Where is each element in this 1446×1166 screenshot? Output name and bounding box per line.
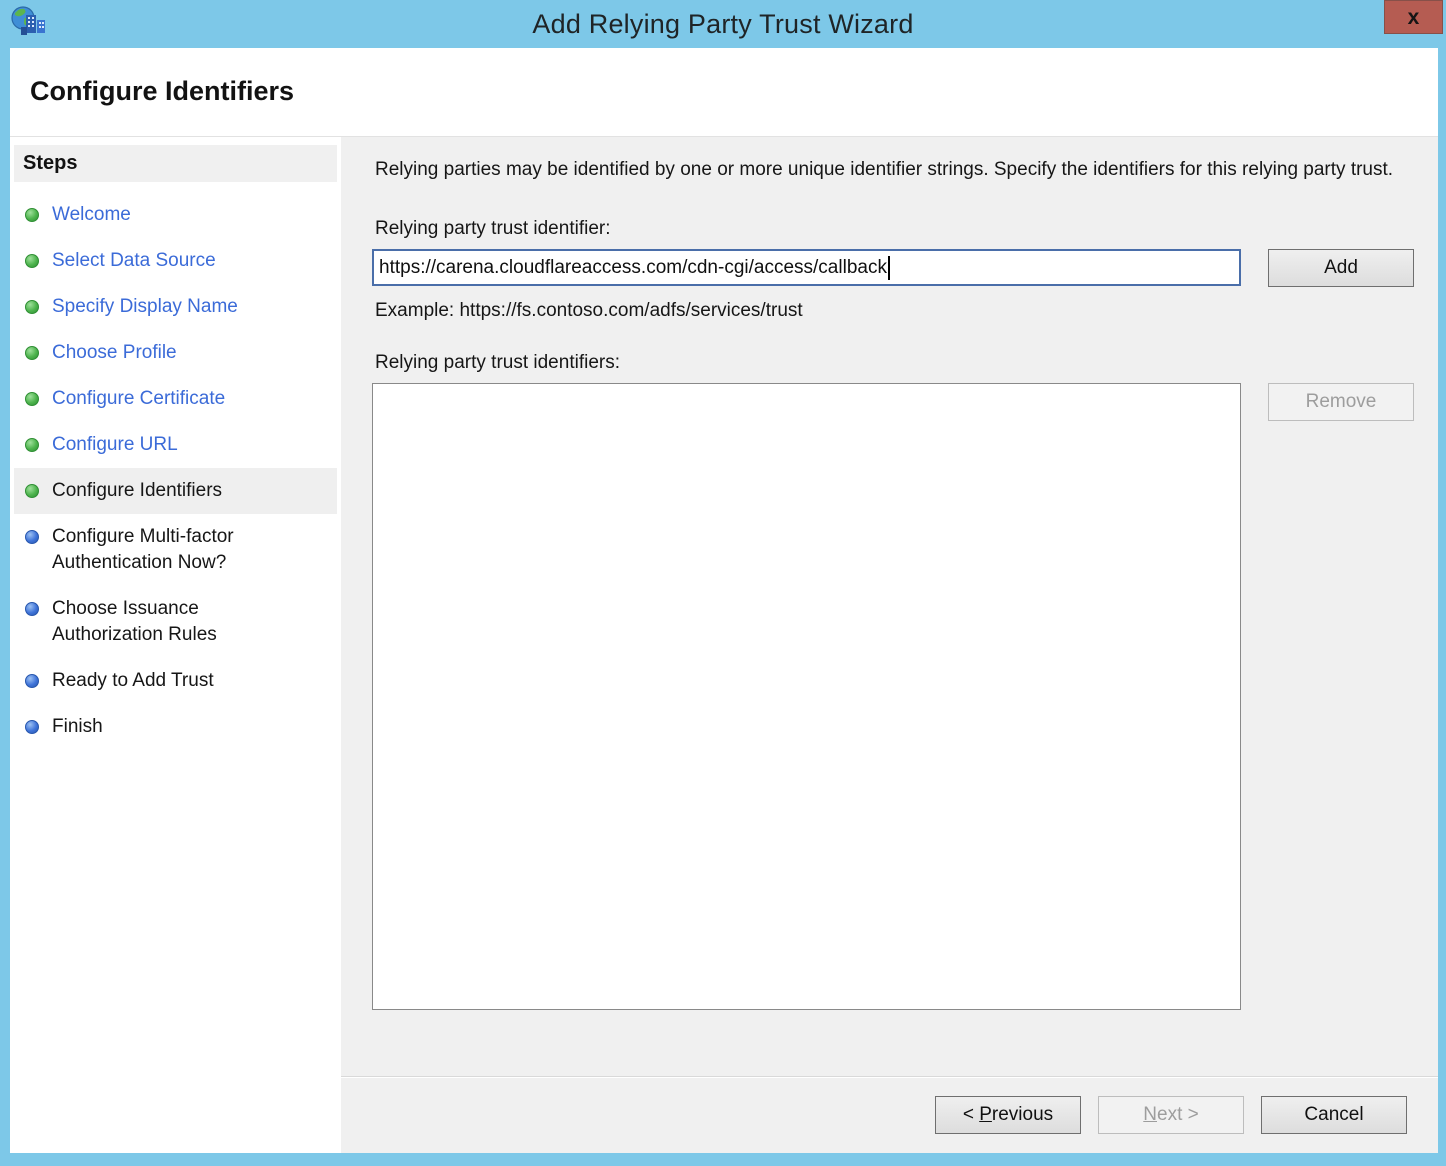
remove-button[interactable]: Remove — [1268, 383, 1414, 421]
steps-heading: Steps — [14, 145, 337, 182]
step-configure-identifiers[interactable]: Configure Identifiers — [14, 468, 337, 514]
window-title: Add Relying Party Trust Wizard — [0, 9, 1446, 40]
step-pending-icon — [25, 674, 39, 688]
step-pending-icon — [25, 720, 39, 734]
add-button-label: Add — [1324, 257, 1358, 278]
step-done-icon — [25, 484, 39, 498]
step-choose-issuance-rules[interactable]: Choose Issuance Authorization Rules — [14, 586, 337, 658]
step-ready-to-add-trust[interactable]: Ready to Add Trust — [14, 658, 337, 704]
page-description: Relying parties may be identified by one… — [375, 156, 1400, 183]
remove-button-label: Remove — [1306, 391, 1377, 412]
cancel-button[interactable]: Cancel — [1261, 1096, 1407, 1134]
main-content: Relying parties may be identified by one… — [341, 137, 1438, 1076]
previous-button[interactable]: < Previous — [935, 1096, 1081, 1134]
step-done-icon — [25, 346, 39, 360]
step-pending-icon — [25, 602, 39, 616]
wizard-window: Add Relying Party Trust Wizard x Configu… — [0, 0, 1446, 1166]
step-configure-url[interactable]: Configure URL — [14, 422, 337, 468]
wizard-footer: < Previous Next > Cancel — [341, 1076, 1438, 1153]
title-bar: Add Relying Party Trust Wizard x — [0, 0, 1446, 48]
close-icon: x — [1408, 7, 1420, 28]
step-select-data-source[interactable]: Select Data Source — [14, 238, 337, 284]
text-caret — [888, 256, 890, 280]
step-configure-multifactor[interactable]: Configure Multi-factor Authentication No… — [14, 514, 337, 586]
step-done-icon — [25, 438, 39, 452]
relying-party-identifier-input[interactable]: https://carena.cloudflareaccess.com/cdn-… — [372, 249, 1241, 286]
next-button[interactable]: Next > — [1098, 1096, 1244, 1134]
relying-party-identifiers-listbox[interactable] — [372, 383, 1241, 1010]
step-done-icon — [25, 208, 39, 222]
identifier-example-text: Example: https://fs.contoso.com/adfs/ser… — [375, 300, 1438, 322]
steps-list: Welcome Select Data Source Specify Displ… — [10, 192, 341, 750]
identifier-field-label: Relying party trust identifier: — [375, 218, 1438, 240]
step-done-icon — [25, 392, 39, 406]
page-title: Configure Identifiers — [30, 76, 1438, 107]
cancel-button-label: Cancel — [1304, 1104, 1363, 1125]
step-configure-certificate[interactable]: Configure Certificate — [14, 376, 337, 422]
step-choose-profile[interactable]: Choose Profile — [14, 330, 337, 376]
previous-button-label: < Previous — [963, 1104, 1053, 1125]
step-specify-display-name[interactable]: Specify Display Name — [14, 284, 337, 330]
identifier-input-value: https://carena.cloudflareaccess.com/cdn-… — [379, 257, 887, 279]
wizard-frame: Configure Identifiers Steps Welcome Sele… — [10, 48, 1438, 1153]
identifiers-list-label: Relying party trust identifiers: — [375, 352, 1438, 374]
add-button[interactable]: Add — [1268, 249, 1414, 287]
steps-sidebar: Steps Welcome Select Data Source Specify… — [10, 137, 341, 1153]
next-button-label: Next > — [1143, 1104, 1198, 1125]
page-header: Configure Identifiers — [10, 48, 1438, 137]
step-pending-icon — [25, 530, 39, 544]
step-welcome[interactable]: Welcome — [14, 192, 337, 238]
step-done-icon — [25, 300, 39, 314]
step-done-icon — [25, 254, 39, 268]
close-button[interactable]: x — [1384, 0, 1443, 34]
step-finish[interactable]: Finish — [14, 704, 337, 750]
